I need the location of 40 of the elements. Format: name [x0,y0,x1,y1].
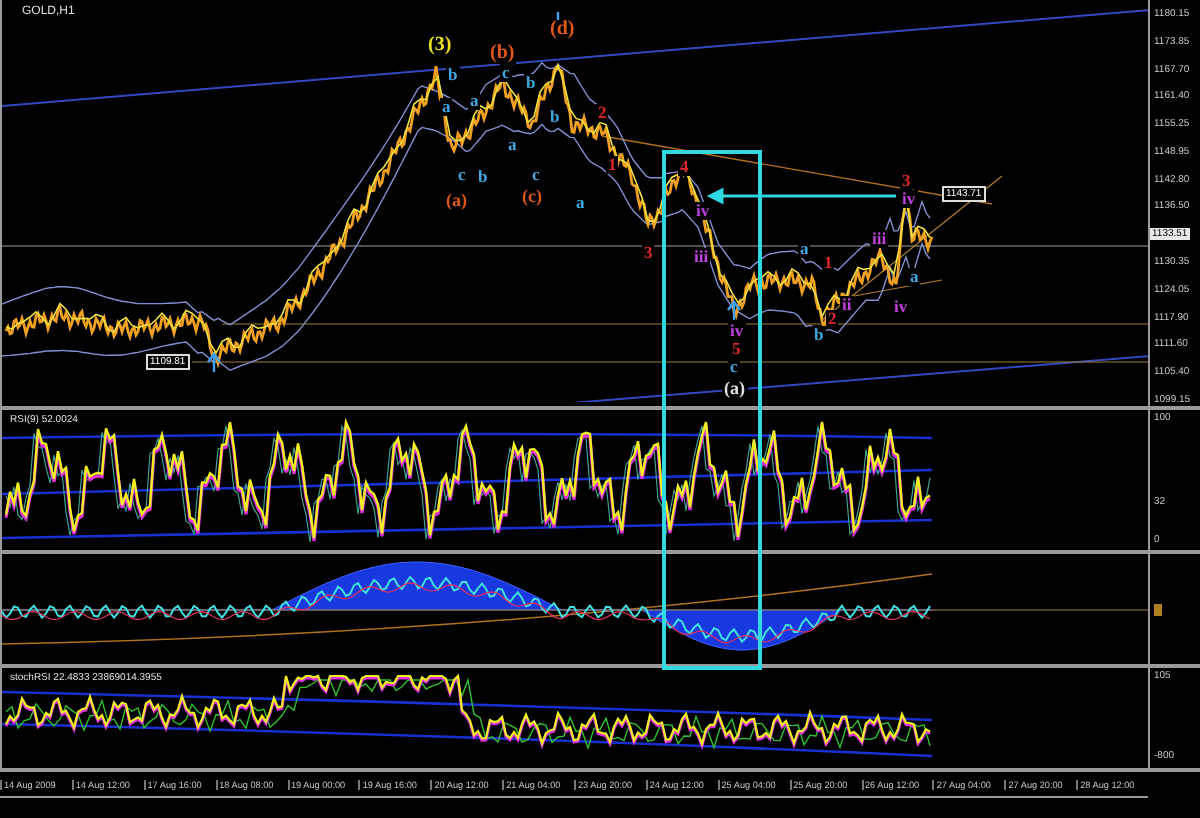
wave-label: (b) [488,44,517,64]
wave-label: iv [900,190,918,207]
wave-label: 1 [822,254,835,271]
wave-label: c [500,64,512,81]
wave-label: b [812,326,826,343]
wave-label: 5 [730,340,743,357]
wave-label: b [476,168,490,185]
wave-label: b [524,74,538,91]
wave-label: b [548,108,562,125]
wave-label: (a) [722,380,747,398]
wave-label: (a) [444,192,469,210]
up-arrow-icon [206,352,222,374]
wave-label: 3 [642,244,655,261]
wave-label: a [908,268,921,285]
wave-label: a [798,240,811,257]
wave-label: b [446,66,460,83]
wave-label: a [574,194,587,211]
level-marker-icon [1154,603,1162,616]
wave-label: (c) [520,188,544,206]
wave-label: 2 [826,310,839,327]
up-arrow-icon [726,300,742,322]
wave-label: a [468,92,481,109]
wave-label: ii [840,296,854,313]
wave-label: a [506,136,519,153]
wave-label: c [456,166,468,183]
wave-label: c [728,358,740,375]
wave-label: 3 [900,172,913,189]
wave-label: iv [728,322,746,339]
wave-label: iv [694,202,712,219]
wave-label: 2 [596,104,609,121]
arrow-icon [706,187,896,205]
wave-label: c [530,166,542,183]
wave-label: 1 [606,156,619,173]
wave-label: iv [892,298,910,315]
wave-label: iii [870,230,889,247]
wave-label: iii [692,248,711,265]
wave-label: (3) [426,36,454,56]
wave-label: 4 [678,158,691,175]
wave-label: (d) [548,20,577,40]
wave-label: a [440,98,453,115]
